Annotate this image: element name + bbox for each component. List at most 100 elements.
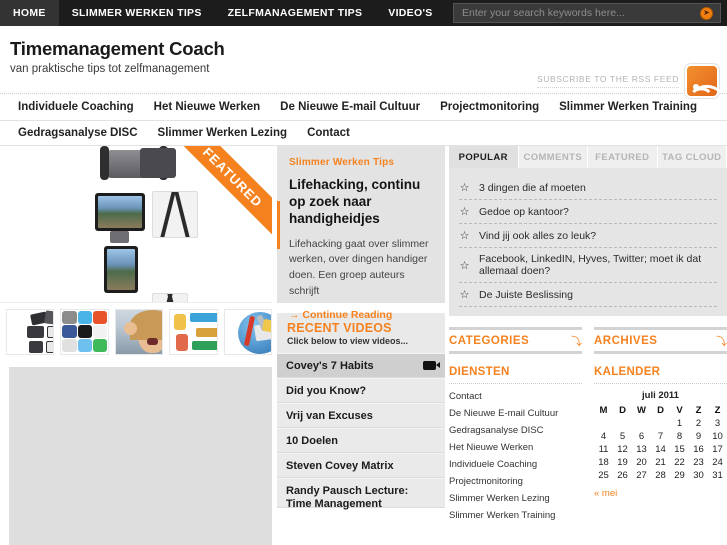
calendar-week-row: 18 19 20 21 22 23 24 (594, 456, 727, 469)
topnav-item-zelfmanagement-tips[interactable]: ZELFMANAGEMENT TIPS (215, 0, 376, 26)
middle-column: Slimmer Werken Tips Lifehacking, continu… (277, 146, 445, 545)
thumb4-word-together (192, 340, 217, 350)
topnav-item-videos[interactable]: VIDEO'S (375, 0, 445, 26)
featured-post-title[interactable]: Lifehacking, continu op zoek naar handig… (289, 177, 433, 228)
kalender-subtitle: KALENDER (594, 366, 727, 384)
thumbnail-2-social-icons[interactable] (60, 308, 109, 355)
calendar-day: 13 (636, 444, 647, 455)
thumbnail-4-learn-grow-together[interactable] (169, 308, 218, 355)
featured-slider[interactable]: FEATURED (0, 146, 272, 303)
calendar-day: 15 (674, 444, 685, 455)
calendar-dayname: W (637, 405, 646, 416)
thumb1-shape-b (44, 309, 54, 325)
star-icon: ☆ (459, 230, 470, 242)
top-navigation: HOME SLIMMER WERKEN TIPS ZELFMANAGEMENT … (0, 0, 446, 26)
thumbnail-3-frustrated-woman[interactable] (114, 308, 164, 355)
calendar-day: 26 (617, 470, 628, 481)
recent-videos-widget: RECENT VIDEOS Click below to view videos… (277, 313, 445, 510)
nav-item-projectmonitoring[interactable]: Projectmonitoring (430, 101, 549, 113)
nav-item-individuele-coaching[interactable]: Individuele Coaching (8, 101, 144, 113)
left-empty-panel (9, 367, 272, 545)
sidebar-tabs: POPULAR COMMENTS FEATURED TAG CLOUD (449, 146, 727, 168)
category-link-contact[interactable]: Contact (449, 388, 582, 405)
categories-header: CATEGORIES ⤵ (449, 327, 582, 354)
popular-item[interactable]: ☆ Vind jij ook alles zo leuk? (459, 224, 717, 248)
archives-header: ARCHIVES ⤵ (594, 327, 727, 354)
calendar-prev-month-link[interactable]: « mei (594, 482, 727, 499)
tab-popular[interactable]: POPULAR (449, 146, 519, 168)
rss-icon[interactable] (685, 64, 722, 106)
featured-post-category[interactable]: Slimmer Werken Tips (289, 157, 433, 168)
calendar-day: 19 (617, 457, 628, 468)
chevron-down-icon[interactable]: ⤵ (716, 333, 727, 349)
continue-reading-link[interactable]: → Continue Reading (289, 309, 433, 321)
category-link-individuele-coaching[interactable]: Individuele Coaching (449, 456, 582, 473)
calendar-table: M D W D V Z Z 1 2 3 4 5 6 7 8 9 10 11 12… (594, 404, 727, 482)
slider-thumbnails (0, 303, 273, 358)
popular-item[interactable]: ☆ 3 dingen die af moeten (459, 176, 717, 200)
popular-item[interactable]: ☆ De Juiste Beslissing (459, 283, 717, 307)
categories-subtitle: DIENSTEN (449, 366, 582, 384)
nav-item-het-nieuwe-werken[interactable]: Het Nieuwe Werken (144, 101, 271, 113)
calendar-dayname: M (599, 405, 608, 416)
nav-item-slimmer-werken-training[interactable]: Slimmer Werken Training (549, 101, 707, 113)
category-link-projectmonitoring[interactable]: Projectmonitoring (449, 473, 582, 490)
video-item-vrij-van-excuses[interactable]: Vrij van Excuses (277, 403, 445, 428)
tab-comments[interactable]: COMMENTS (518, 146, 588, 168)
popular-item[interactable]: ☆ Facebook, LinkedIN, Hyves, Twitter; mo… (459, 248, 717, 283)
calendar-day: 5 (619, 431, 626, 442)
video-item-randy-pausch-lecture[interactable]: Randy Pausch Lecture: Time Management (277, 478, 445, 510)
tab-featured[interactable]: FEATURED (588, 146, 658, 168)
video-item-coveys-7-habits[interactable]: Covey's 7 Habits (277, 353, 445, 378)
search-submit-icon[interactable]: ➤ (700, 6, 713, 20)
calendar-daynames-row: M D W D V Z Z (594, 404, 727, 417)
social-tile-8 (77, 339, 92, 353)
calendar-day: 20 (636, 457, 647, 468)
thumbnail-5-tools-globe[interactable] (223, 308, 273, 355)
calendar-day: 17 (712, 444, 723, 455)
tab-tag-cloud[interactable]: TAG CLOUD (657, 146, 727, 168)
calendar-day: 10 (712, 431, 723, 442)
thumb1-shape-d (47, 325, 54, 338)
search-input[interactable] (454, 7, 700, 19)
left-column: FEATURED (0, 146, 273, 545)
thumb3-hand-left (123, 321, 137, 335)
social-tile-2 (77, 310, 92, 324)
popular-item[interactable]: ☆ Gedoe op kantoor? (459, 200, 717, 224)
social-tile-7 (62, 339, 77, 353)
top-bar: HOME SLIMMER WERKEN TIPS ZELFMANAGEMENT … (0, 0, 727, 26)
calendar-day: 22 (674, 457, 685, 468)
topnav-item-home[interactable]: HOME (0, 0, 59, 26)
nav-item-contact[interactable]: Contact (297, 127, 360, 139)
video-camera-icon (423, 361, 440, 370)
calendar-week-row: 25 26 27 28 29 30 31 (594, 469, 727, 482)
calendar-day: 12 (617, 444, 628, 455)
nav-item-de-nieuwe-email-cultuur[interactable]: De Nieuwe E-mail Cultuur (270, 101, 430, 113)
featured-post-box: Slimmer Werken Tips Lifehacking, continu… (277, 146, 445, 321)
calendar-day: 2 (695, 418, 702, 429)
video-item-10-doelen[interactable]: 10 Doelen (277, 428, 445, 453)
rss-subscribe[interactable]: SUBSCRIBE TO THE RSS FEED (536, 64, 722, 106)
archives-widget: ARCHIVES ⤵ KALENDER juli 2011 M D W D V … (594, 327, 727, 524)
popular-item-label: Vind jij ook alles zo leuk? (479, 229, 597, 242)
calendar-day: 11 (598, 444, 609, 455)
topnav-item-slimmer-werken-tips[interactable]: SLIMMER WERKEN TIPS (59, 0, 215, 26)
calendar-day (651, 417, 670, 430)
nav-item-gedragsanalyse-disc[interactable]: Gedragsanalyse DISC (8, 127, 148, 139)
video-item-did-you-know[interactable]: Did you Know? (277, 378, 445, 403)
chevron-down-icon[interactable]: ⤵ (571, 333, 582, 349)
category-link-slimmer-werken-training[interactable]: Slimmer Werken Training (449, 507, 582, 524)
category-link-slimmer-werken-lezing[interactable]: Slimmer Werken Lezing (449, 490, 582, 507)
thumbnail-1[interactable] (6, 308, 55, 355)
calendar-day: 7 (657, 431, 664, 442)
category-link-het-nieuwe-werken[interactable]: Het Nieuwe Werken (449, 439, 582, 456)
category-link-de-nieuwe-email-cultuur[interactable]: De Nieuwe E-mail Cultuur (449, 405, 582, 422)
nav-item-slimmer-werken-lezing[interactable]: Slimmer Werken Lezing (148, 127, 298, 139)
video-item-steven-covey-matrix[interactable]: Steven Covey Matrix (277, 453, 445, 478)
social-tile-5 (77, 324, 92, 339)
thumb4-word-grow (196, 327, 217, 337)
calendar-day: 28 (655, 470, 666, 481)
category-link-gedragsanalyse-disc[interactable]: Gedragsanalyse DISC (449, 422, 582, 439)
calendar-day: 25 (598, 470, 609, 481)
product-speaker-back (140, 148, 176, 178)
